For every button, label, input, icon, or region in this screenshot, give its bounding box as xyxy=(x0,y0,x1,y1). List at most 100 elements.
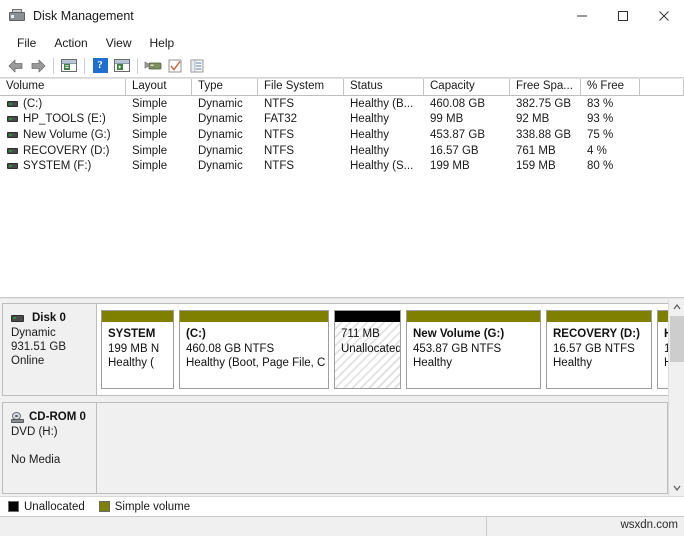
status-bar: wsxdn.com xyxy=(0,516,684,536)
help-button[interactable]: ? xyxy=(89,55,111,77)
partition-body: HP_TOO 103 MB Healthy xyxy=(658,322,668,388)
partition-c[interactable]: (C:) 460.08 GB NTFS Healthy (Boot, Page … xyxy=(179,310,329,389)
partition-body: New Volume (G:) 453.87 GB NTFS Healthy xyxy=(407,322,540,388)
volume-icon xyxy=(7,163,18,169)
table-row[interactable]: SYSTEM (F:) Simple Dynamic NTFS Healthy … xyxy=(0,158,684,174)
all-tasks-button[interactable] xyxy=(186,55,208,77)
scrollbar-track[interactable] xyxy=(669,362,684,480)
partition-title: HP_TOO xyxy=(664,327,668,342)
back-button[interactable] xyxy=(5,55,27,77)
partition-size-fs: 16.57 GB NTFS xyxy=(553,342,651,357)
partition-title: RECOVERY (D:) xyxy=(553,327,651,342)
menu-view[interactable]: View xyxy=(97,34,141,52)
left-arrow-icon xyxy=(8,59,24,73)
column-header-type[interactable]: Type xyxy=(192,79,258,95)
column-header-capacity[interactable]: Capacity xyxy=(424,79,510,95)
volume-icon xyxy=(7,148,18,154)
cd-rom-icon xyxy=(11,412,24,423)
column-header-free-space[interactable]: Free Spa... xyxy=(510,79,581,95)
cell-file-system: NTFS xyxy=(258,129,344,141)
legend-swatch-unallocated xyxy=(8,501,19,512)
scroll-up-button[interactable] xyxy=(669,299,684,315)
cell-capacity: 99 MB xyxy=(424,113,510,125)
close-button[interactable] xyxy=(643,0,684,32)
partition-title: 711 MB xyxy=(341,327,400,342)
partition-title: SYSTEM xyxy=(108,327,173,342)
partition-status: Healthy xyxy=(664,356,668,371)
minimize-button[interactable] xyxy=(561,0,602,32)
cell-file-system: NTFS xyxy=(258,160,344,172)
disk-info-cdrom-0[interactable]: CD-ROM 0 DVD (H:) No Media xyxy=(3,403,97,493)
legend-swatch-simple-volume xyxy=(99,501,110,512)
column-header-volume[interactable]: Volume xyxy=(0,79,126,95)
question-mark-icon: ? xyxy=(93,58,108,73)
table-row[interactable]: RECOVERY (D:) Simple Dynamic NTFS Health… xyxy=(0,143,684,159)
column-header-status[interactable]: Status xyxy=(344,79,424,95)
cell-type: Dynamic xyxy=(192,145,258,157)
column-header-spacer[interactable] xyxy=(640,79,684,95)
cell-free-space: 338.88 GB xyxy=(510,129,581,141)
checklist-icon xyxy=(168,59,183,73)
disk-graphical-scroll-area: Disk 0 Dynamic 931.51 GB Online SYSTEM 1… xyxy=(0,299,668,496)
volume-list-rows: (C:) Simple Dynamic NTFS Healthy (B... 4… xyxy=(0,96,684,297)
show-hide-console-tree-button[interactable] xyxy=(58,55,80,77)
partition-status: Healthy (Boot, Page File, C xyxy=(186,356,328,371)
legend: Unallocated Simple volume xyxy=(0,496,684,516)
legend-item-simple-volume: Simple volume xyxy=(99,501,190,513)
cell-status: Healthy xyxy=(344,145,424,157)
menu-help[interactable]: Help xyxy=(141,34,184,52)
menu-bar: File Action View Help xyxy=(0,32,684,54)
status-bar-segment xyxy=(0,517,487,536)
partition-size-fs: 453.87 GB NTFS xyxy=(413,342,540,357)
rescan-disks-button[interactable] xyxy=(142,55,164,77)
cdrom-name: CD-ROM 0 xyxy=(29,411,86,423)
cell-status: Healthy (S... xyxy=(344,160,424,172)
column-header-layout[interactable]: Layout xyxy=(126,79,192,95)
cell-status: Healthy xyxy=(344,129,424,141)
disk-info-disk-0[interactable]: Disk 0 Dynamic 931.51 GB Online xyxy=(3,304,97,395)
cell-type: Dynamic xyxy=(192,98,258,110)
volume-list-pane: Volume Layout Type File System Status Ca… xyxy=(0,78,684,298)
partition-body: 711 MB Unallocated xyxy=(335,322,400,388)
cell-layout: Simple xyxy=(126,145,192,157)
partition-recovery-d[interactable]: RECOVERY (D:) 16.57 GB NTFS Healthy xyxy=(546,310,652,389)
disk-row-cdrom-0[interactable]: CD-ROM 0 DVD (H:) No Media xyxy=(2,402,668,494)
right-arrow-icon xyxy=(30,59,46,73)
partition-hp-tools-e[interactable]: HP_TOO 103 MB Healthy xyxy=(657,310,668,389)
table-row[interactable]: New Volume (G:) Simple Dynamic NTFS Heal… xyxy=(0,127,684,143)
legend-item-unallocated: Unallocated xyxy=(8,501,85,513)
partition-color-bar xyxy=(180,311,328,322)
volume-icon xyxy=(7,101,18,107)
column-header-percent-free[interactable]: % Free xyxy=(581,79,640,95)
console-tree-icon xyxy=(61,59,77,72)
forward-button[interactable] xyxy=(27,55,49,77)
cell-file-system: NTFS xyxy=(258,98,344,110)
menu-action[interactable]: Action xyxy=(45,34,96,52)
partition-system[interactable]: SYSTEM 199 MB N Healthy ( xyxy=(101,310,174,389)
cell-percent-free: 4 % xyxy=(581,145,640,157)
show-hide-action-pane-button[interactable] xyxy=(111,55,133,77)
properties-button[interactable] xyxy=(164,55,186,77)
cell-type: Dynamic xyxy=(192,113,258,125)
table-row[interactable]: HP_TOOLS (E:) Simple Dynamic FAT32 Healt… xyxy=(0,112,684,128)
cell-capacity: 16.57 GB xyxy=(424,145,510,157)
legend-label-unallocated: Unallocated xyxy=(24,501,85,513)
partition-title: New Volume (G:) xyxy=(413,327,540,342)
partition-status: Healthy ( xyxy=(108,356,173,371)
scrollbar-thumb[interactable] xyxy=(670,316,684,362)
vertical-scrollbar[interactable] xyxy=(668,299,684,496)
maximize-button[interactable] xyxy=(602,0,643,32)
column-header-file-system[interactable]: File System xyxy=(258,79,344,95)
partition-color-bar xyxy=(335,311,400,322)
toolbar-separator-2 xyxy=(84,58,85,74)
title-bar: Disk Management xyxy=(0,0,684,32)
scroll-down-button[interactable] xyxy=(669,480,684,496)
cell-volume: RECOVERY (D:) xyxy=(0,145,126,157)
cell-percent-free: 80 % xyxy=(581,160,640,172)
partition-size-fs: 103 MB xyxy=(664,342,668,357)
menu-file[interactable]: File xyxy=(8,34,45,52)
table-row[interactable]: (C:) Simple Dynamic NTFS Healthy (B... 4… xyxy=(0,96,684,112)
partition-unallocated[interactable]: 711 MB Unallocated xyxy=(334,310,401,389)
partition-new-volume-g[interactable]: New Volume (G:) 453.87 GB NTFS Healthy xyxy=(406,310,541,389)
disk-row-disk-0[interactable]: Disk 0 Dynamic 931.51 GB Online SYSTEM 1… xyxy=(2,303,668,396)
